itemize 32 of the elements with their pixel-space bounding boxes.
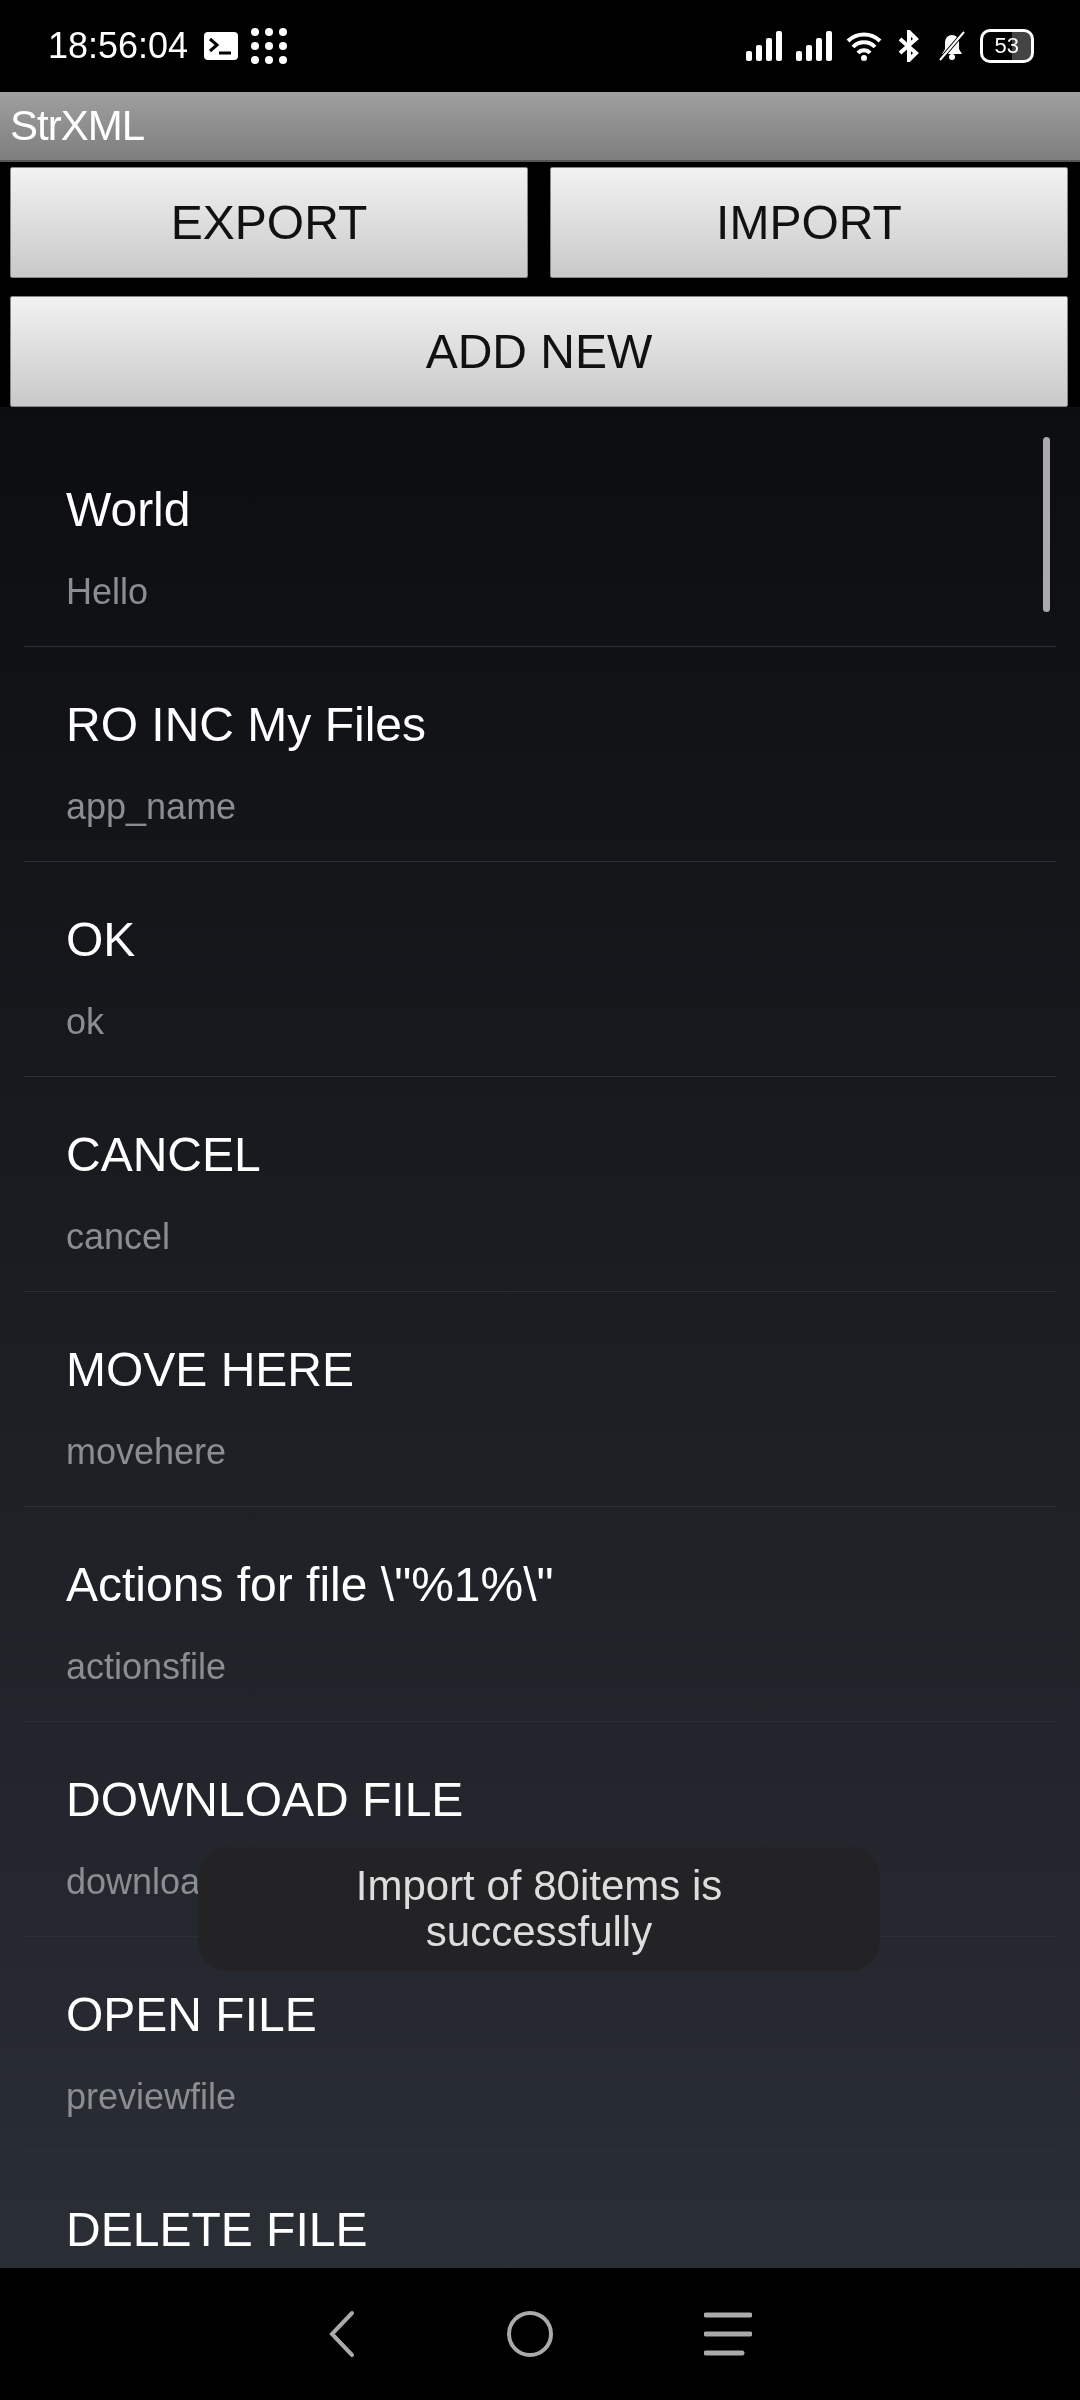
action-button[interactable]: IMPORT xyxy=(550,167,1068,278)
item-key: Hello xyxy=(66,571,149,613)
app-title: StrXML xyxy=(10,102,145,150)
menu-icon[interactable] xyxy=(704,2312,752,2356)
back-icon[interactable] xyxy=(328,2310,356,2358)
item-key: cancel xyxy=(66,1216,171,1258)
signal-icon xyxy=(795,31,834,61)
item-title[interactable]: RO INC My Files xyxy=(66,697,426,752)
battery-icon: 53 xyxy=(979,29,1034,63)
terminal-icon xyxy=(204,32,239,60)
clock: 18:56:04 xyxy=(48,25,189,67)
item-title[interactable]: DELETE FILE xyxy=(66,2202,368,2257)
item-key: ok xyxy=(66,1001,105,1043)
item-title[interactable]: CANCEL xyxy=(66,1127,261,1182)
item-title[interactable]: DOWNLOAD FILE xyxy=(66,1772,464,1827)
dots-grid-icon xyxy=(250,27,289,65)
item-title[interactable]: MOVE HERE xyxy=(66,1342,355,1397)
item-key: downloa xyxy=(66,1861,201,1903)
item-key: actionsfile xyxy=(66,1646,227,1688)
add-new-button[interactable]: ADD NEW xyxy=(10,296,1068,407)
toast: Import of 80items is successfully xyxy=(198,1847,880,1971)
item-title[interactable]: World xyxy=(66,482,191,537)
action-button[interactable]: EXPORT xyxy=(10,167,528,278)
item-key: app_name xyxy=(66,786,237,828)
signal-icon xyxy=(745,31,784,61)
home-icon[interactable] xyxy=(506,2310,554,2358)
item-title[interactable]: Actions for file \"%1%\" xyxy=(66,1557,554,1612)
item-key: previewfile xyxy=(66,2076,237,2118)
item-title[interactable]: OK xyxy=(66,912,136,967)
item-key: movehere xyxy=(66,1431,227,1473)
item-title[interactable]: OPEN FILE xyxy=(66,1987,317,2042)
wifi-icon xyxy=(845,31,882,61)
